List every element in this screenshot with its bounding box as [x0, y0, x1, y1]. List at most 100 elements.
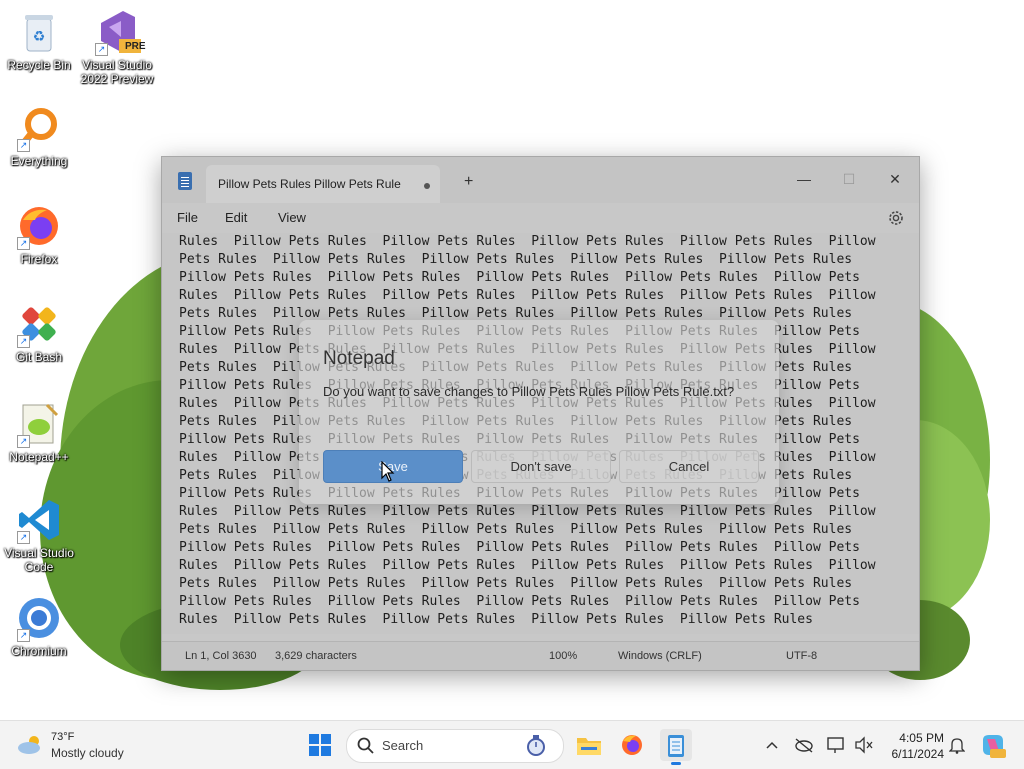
minimize-button[interactable]: — — [789, 167, 819, 191]
dialog-title: Notepad — [323, 348, 395, 369]
volume-tray-icon[interactable] — [849, 729, 879, 761]
folder-icon — [577, 738, 601, 755]
line-endings: Windows (CRLF) — [618, 650, 702, 662]
desktop-icon-notepad-plus-plus[interactable]: ↗ Notepad++ — [1, 400, 77, 464]
notepad-icon — [668, 735, 684, 757]
desktop-icon-chromium[interactable]: ↗ Chromium — [1, 594, 77, 658]
close-button[interactable]: ✕ — [880, 167, 910, 191]
shortcut-arrow-icon: ↗ — [95, 43, 108, 56]
onedrive-tray-icon[interactable] — [789, 729, 819, 761]
monitor-icon — [827, 737, 844, 753]
chromium-icon: ↗ — [15, 594, 63, 642]
active-app-indicator — [671, 762, 681, 765]
editor-line: Rules Pillow Pets Rules Pillow Pets Rule… — [179, 288, 876, 303]
menu-edit[interactable]: Edit — [225, 210, 247, 225]
dont-save-button[interactable]: Don't save — [471, 450, 611, 483]
title-bar[interactable]: Pillow Pets Rules Pillow Pets Rule + — ☐… — [162, 157, 919, 203]
notepad-plus-plus-icon: ↗ — [15, 400, 63, 448]
document-tab[interactable]: Pillow Pets Rules Pillow Pets Rule — [206, 165, 440, 203]
vscode-icon: ↗ — [15, 496, 63, 544]
menu-file[interactable]: File — [177, 210, 198, 225]
desktop-icon-label: Visual Studio Code — [4, 546, 74, 574]
shortcut-arrow-icon: ↗ — [17, 139, 30, 152]
notifications-button[interactable] — [942, 729, 972, 761]
cloud-offline-icon — [795, 738, 813, 753]
editor-line: Pillow Pets Rules Pillow Pets Rules Pill… — [179, 594, 860, 609]
taskbar-file-explorer[interactable] — [573, 729, 605, 761]
show-hidden-icons-button[interactable] — [757, 729, 787, 761]
desktop-icon-recycle-bin[interactable]: ♻ Recycle Bin — [1, 8, 77, 72]
mouse-pointer-icon — [381, 460, 395, 483]
desktop-icon-label: Notepad++ — [9, 450, 69, 464]
preview-badge: PRE — [125, 41, 146, 52]
new-tab-button[interactable]: + — [464, 173, 473, 191]
taskbar-notepad[interactable] — [660, 729, 692, 765]
cursor-position: Ln 1, Col 3630 — [185, 650, 257, 662]
desktop-icon-label: Recycle Bin — [7, 58, 71, 72]
clock-date: 6/11/2024 — [891, 747, 945, 761]
editor-line: Pets Rules Pillow Pets Rules Pillow Pets… — [179, 522, 853, 537]
chevron-up-icon — [766, 741, 778, 749]
editor-line: Rules Pillow Pets Rules Pillow Pets Rule… — [179, 234, 876, 249]
zoom-level: 100% — [549, 650, 578, 662]
editor-line: Pillow Pets Rules Pillow Pets Rules Pill… — [179, 540, 860, 555]
git-bash-icon: ↗ — [15, 300, 63, 348]
system-clock[interactable]: 4:05 PM 6/11/2024 — [880, 730, 945, 762]
copilot-button[interactable] — [976, 729, 1010, 761]
speaker-muted-icon — [855, 736, 873, 754]
search-highlight-icon — [525, 734, 547, 763]
menu-bar: File Edit View — [162, 203, 919, 233]
desktop-icon-label: Firefox — [20, 252, 58, 266]
copilot-preview-icon — [983, 735, 1006, 758]
editor-line: Rules Pillow Pets Rules Pillow Pets Rule… — [179, 612, 813, 627]
status-bar: Ln 1, Col 3630 3,629 characters 100% Win… — [162, 641, 919, 670]
shortcut-arrow-icon: ↗ — [17, 335, 30, 348]
settings-gear-icon[interactable] — [886, 208, 906, 228]
desktop-icon-everything[interactable]: ↗ Everything — [1, 104, 77, 168]
desktop-icon-firefox[interactable]: ↗ Firefox — [1, 202, 77, 266]
editor-line: Pets Rules Pillow Pets Rules Pillow Pets… — [179, 576, 853, 591]
svg-text:♻: ♻ — [33, 29, 46, 45]
clock-time: 4:05 PM — [899, 731, 944, 745]
weather-description: Mostly cloudy — [51, 746, 124, 760]
cloud-icon — [16, 735, 44, 760]
bell-icon — [949, 738, 965, 754]
tab-title: Pillow Pets Rules Pillow Pets Rule — [218, 177, 401, 191]
desktop-icon-label: Chromium — [11, 644, 67, 658]
visual-studio-preview-icon: ↗ PRE — [93, 8, 146, 56]
dialog-message: Do you want to save changes to Pillow Pe… — [323, 384, 735, 399]
everything-search-icon: ↗ — [15, 104, 63, 152]
windows-logo-icon — [309, 734, 331, 756]
weather-temperature: 73°F — [51, 731, 75, 743]
editor-line: Pets Rules Pillow Pets Rules Pillow Pets… — [179, 252, 853, 267]
taskbar-firefox[interactable] — [616, 729, 648, 761]
desktop-icon-label: Everything — [10, 154, 68, 168]
encoding: UTF-8 — [786, 650, 818, 662]
desktop-icon-label: Visual Studio 2022 Preview — [80, 58, 154, 86]
start-button[interactable] — [304, 729, 336, 761]
taskbar-search-box[interactable]: Search — [346, 729, 564, 763]
notepad-app-icon — [178, 172, 192, 190]
network-tray-icon[interactable] — [821, 729, 851, 761]
weather-widget[interactable]: 73°F Mostly cloudy — [14, 729, 154, 763]
taskbar: 73°F Mostly cloudy Search 4:05 PM 6/11/2… — [0, 720, 1024, 769]
editor-line: Pillow Pets Rules Pillow Pets Rules Pill… — [179, 270, 860, 285]
search-icon — [357, 737, 375, 760]
save-changes-dialog: Notepad Do you want to save changes to P… — [299, 320, 779, 504]
desktop-icon-visual-studio-code[interactable]: ↗ Visual Studio Code — [1, 496, 77, 574]
character-count: 3,629 characters — [275, 650, 357, 662]
shortcut-arrow-icon: ↗ — [17, 531, 30, 544]
editor-line: Rules Pillow Pets Rules Pillow Pets Rule… — [179, 558, 876, 573]
menu-view[interactable]: View — [278, 210, 306, 225]
firefox-icon: ↗ — [15, 202, 63, 250]
editor-line: Rules Pillow Pets Rules Pillow Pets Rule… — [179, 504, 876, 519]
desktop-icon-label: Git Bash — [15, 350, 63, 364]
unsaved-dot-icon[interactable] — [424, 183, 430, 189]
shortcut-arrow-icon: ↗ — [17, 435, 30, 448]
maximize-button[interactable]: ☐ — [834, 167, 864, 191]
recycle-bin-icon: ♻ — [15, 8, 63, 56]
shortcut-arrow-icon: ↗ — [17, 237, 30, 250]
desktop-icon-git-bash[interactable]: ↗ Git Bash — [1, 300, 77, 364]
cancel-button[interactable]: Cancel — [619, 450, 759, 483]
desktop-icon-visual-studio-2022-preview[interactable]: ↗ PRE Visual Studio 2022 Preview — [79, 8, 155, 86]
